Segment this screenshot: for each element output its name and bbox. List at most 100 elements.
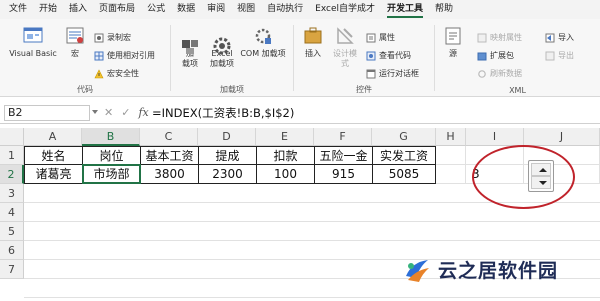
expansion-packs-button[interactable]: 扩展包 xyxy=(477,49,514,62)
spin-up-button[interactable] xyxy=(531,163,551,176)
xml-export-label: 导出 xyxy=(558,51,574,60)
name-box[interactable]: B2 xyxy=(4,105,90,121)
spin-down-button[interactable] xyxy=(531,176,551,189)
menu-help[interactable]: 帮助 xyxy=(429,4,459,19)
cell-f1[interactable]: 五险一金 xyxy=(314,146,373,165)
controls-group-label: 控件 xyxy=(356,85,372,94)
chevron-down-icon[interactable] xyxy=(92,110,98,114)
row-header-2[interactable]: 2 xyxy=(0,165,24,184)
xml-source-icon xyxy=(442,25,464,47)
import-icon xyxy=(545,33,555,42)
cell-e1[interactable]: 扣款 xyxy=(256,146,315,165)
com-addins-button[interactable]: COM 加载项 xyxy=(235,25,291,59)
cell-i1[interactable] xyxy=(466,146,524,165)
visual-basic-button[interactable]: Visual Basic xyxy=(8,25,58,59)
menu-data[interactable]: 数据 xyxy=(171,4,201,19)
row-header-6[interactable]: 6 xyxy=(0,241,24,260)
com-addins-label: COM 加载项 xyxy=(240,49,286,58)
row-header-7[interactable]: 7 xyxy=(0,260,24,279)
properties-label: 属性 xyxy=(379,33,395,42)
cancel-icon[interactable]: ✕ xyxy=(104,105,113,121)
map-properties-button[interactable]: 映射属性 xyxy=(477,31,522,44)
triangle-down-icon xyxy=(539,181,547,185)
cell-c2[interactable]: 3800 xyxy=(140,164,199,184)
view-code-button[interactable]: 查看代码 xyxy=(366,49,411,62)
menu-file[interactable]: 文件 xyxy=(3,4,33,19)
addins-group-label: 加载项 xyxy=(220,85,244,94)
column-header-e[interactable]: E xyxy=(256,128,314,146)
cell-b2[interactable]: 市场部 xyxy=(82,164,141,184)
run-dialog-button[interactable]: 运行对话框 xyxy=(366,67,419,80)
addins-button[interactable]: 加 载项 xyxy=(177,25,203,69)
expansion-packs-icon xyxy=(477,52,487,60)
menu-home[interactable]: 开始 xyxy=(33,4,63,19)
menu-automate[interactable]: 自动执行 xyxy=(261,4,309,19)
menu-page-layout[interactable]: 页面布局 xyxy=(93,4,141,19)
cell-a2[interactable]: 诸葛亮 xyxy=(24,164,83,184)
cell-d2[interactable]: 2300 xyxy=(198,164,257,184)
cell-g1[interactable]: 实发工资 xyxy=(372,146,436,165)
row-header-1[interactable]: 1 xyxy=(0,146,24,165)
properties-button[interactable]: 属性 xyxy=(366,31,395,44)
xml-import-label: 导入 xyxy=(558,33,574,42)
menu-excel-self-study[interactable]: Excel自学成才 xyxy=(309,4,381,19)
insert-control-button[interactable]: 插入 xyxy=(298,25,328,59)
cell-h1[interactable] xyxy=(436,146,466,165)
column-header-h[interactable]: H xyxy=(436,128,466,146)
row-header-5[interactable]: 5 xyxy=(0,222,24,241)
refresh-data-button[interactable]: 刷新数据 xyxy=(477,67,522,80)
menu-view[interactable]: 视图 xyxy=(231,4,261,19)
visual-basic-label: Visual Basic xyxy=(9,49,57,58)
cell-g2[interactable]: 5085 xyxy=(372,164,436,184)
insert-function-icon[interactable]: fx xyxy=(138,105,148,121)
column-header-a[interactable]: A xyxy=(24,128,82,146)
record-macro-button[interactable]: 录制宏 xyxy=(94,31,131,44)
cell-a1[interactable]: 姓名 xyxy=(24,146,83,165)
xml-source-button[interactable]: 源 xyxy=(441,25,465,59)
ribbon-group-code: Visual Basic 宏 录制宏 使用相对引用 宏安全性 代码 xyxy=(0,19,170,97)
menu-developer[interactable]: 开发工具 xyxy=(381,4,429,19)
column-header-c[interactable]: C xyxy=(140,128,198,146)
column-header-g[interactable]: G xyxy=(372,128,436,146)
cell-f2[interactable]: 915 xyxy=(314,164,373,184)
cell-i2[interactable]: 3 xyxy=(466,165,524,184)
spin-button-control[interactable] xyxy=(528,160,554,192)
menu-review[interactable]: 审阅 xyxy=(201,4,231,19)
menu-formulas[interactable]: 公式 xyxy=(141,4,171,19)
macro-security-button[interactable]: 宏安全性 xyxy=(94,67,139,80)
map-properties-icon xyxy=(477,33,487,42)
macros-button[interactable]: 宏 xyxy=(62,25,88,59)
visual-basic-icon xyxy=(22,25,44,47)
select-all-corner[interactable] xyxy=(0,128,24,146)
enter-icon[interactable]: ✓ xyxy=(121,105,130,121)
column-header-b[interactable]: B xyxy=(82,128,140,146)
export-icon xyxy=(545,51,555,60)
menu-bar: 文件 开始 插入 页面布局 公式 数据 审阅 视图 自动执行 Excel自学成才… xyxy=(0,0,600,19)
menu-insert[interactable]: 插入 xyxy=(63,4,93,19)
xml-group-label: XML xyxy=(509,86,526,95)
column-header-j[interactable]: J xyxy=(524,128,600,146)
design-mode-button[interactable]: 设计模式 xyxy=(330,25,360,69)
row-header-3[interactable]: 3 xyxy=(0,184,24,203)
column-header-i[interactable]: I xyxy=(466,128,524,146)
relative-reference-button[interactable]: 使用相对引用 xyxy=(94,49,155,62)
cell-e2[interactable]: 100 xyxy=(256,164,315,184)
cell-c1[interactable]: 基本工资 xyxy=(140,146,199,165)
xml-export-button[interactable]: 导出 xyxy=(545,49,574,62)
macro-security-label: 宏安全性 xyxy=(107,69,139,78)
column-header-d[interactable]: D xyxy=(198,128,256,146)
properties-icon xyxy=(366,33,376,42)
cell-h2[interactable] xyxy=(436,165,466,184)
refresh-icon xyxy=(478,69,486,78)
excel-addins-button[interactable]: Excel 加载项 xyxy=(205,25,239,69)
cell-b1[interactable]: 岗位 xyxy=(82,146,141,165)
gear-icon xyxy=(211,25,233,55)
formula-input[interactable]: =INDEX(工资表!B:B,$I$2) xyxy=(152,105,294,121)
row-header-4[interactable]: 4 xyxy=(0,203,24,222)
cell-d1[interactable]: 提成 xyxy=(198,146,257,165)
column-header-f[interactable]: F xyxy=(314,128,372,146)
run-dialog-label: 运行对话框 xyxy=(379,69,419,78)
design-mode-icon xyxy=(334,25,356,47)
view-code-label: 查看代码 xyxy=(379,51,411,60)
xml-import-button[interactable]: 导入 xyxy=(545,31,574,44)
